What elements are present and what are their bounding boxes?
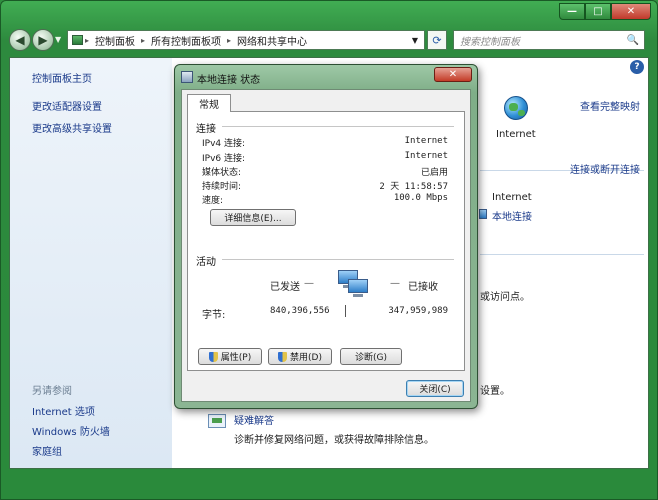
speed-label: 速度: [202, 196, 224, 206]
computer-base [353, 294, 363, 297]
duration-value: 2 天 11:58:57 [379, 182, 448, 192]
sidebar-item-windows-firewall[interactable]: Windows 防火墙 [32, 423, 110, 438]
uac-shield-icon [278, 351, 288, 362]
troubleshoot-icon [208, 414, 226, 428]
dialog-title: 本地连接 状态 [197, 75, 261, 86]
forward-button[interactable]: ▶ [32, 29, 54, 51]
sidebar-item-adapter-settings[interactable]: 更改适配器设置 [32, 98, 102, 113]
maximize-button[interactable]: □ [585, 3, 611, 20]
media-state-label: 媒体状态: [202, 168, 242, 178]
connect-disconnect-link[interactable]: 连接或断开连接 [570, 161, 640, 176]
ipv4-value: Internet [404, 136, 448, 146]
refresh-icon: ⟳ [432, 33, 442, 47]
search-box[interactable]: 搜索控制面板 🔍 [453, 30, 645, 50]
cable-line [345, 305, 346, 317]
network-activity-icon [338, 270, 372, 302]
activity-group-heading: 活动 [196, 257, 216, 268]
bytes-label: 字节: [202, 310, 226, 321]
tab-general[interactable]: 常规 [187, 94, 231, 112]
forward-arrow-icon: ▶ [38, 33, 48, 47]
computer-icon [348, 279, 368, 293]
help-icon[interactable]: ? [630, 60, 644, 74]
bytes-sent-value: 840,396,556 [270, 306, 330, 316]
breadcrumb-network-center[interactable]: 网络和共享中心 [233, 33, 311, 48]
address-dropdown-icon[interactable]: ▼ [412, 36, 424, 45]
refresh-button[interactable]: ⟳ [427, 30, 447, 50]
received-dash: — [390, 278, 400, 289]
back-arrow-icon: ◀ [15, 33, 25, 47]
address-bar[interactable]: ▸ 控制面板 ▸ 所有控制面板项 ▸ 网络和共享中心 ▼ [67, 30, 425, 50]
dialog-close-button[interactable]: ✕ [434, 67, 472, 82]
local-connection-link[interactable]: 本地连接 [492, 208, 532, 223]
minimize-button[interactable]: — [559, 3, 585, 20]
local-connection-status-dialog: 本地连接 状态 ✕ 常规 连接 IPv4 连接: Internet IPv6 连… [174, 64, 478, 409]
disable-button-label: 禁用(D) [290, 353, 322, 363]
group-divider [222, 126, 454, 127]
breadcrumb-separator[interactable]: ▸ [139, 36, 147, 45]
close-dialog-button[interactable]: 关闭(C) [406, 380, 464, 397]
uac-shield-icon [208, 351, 218, 362]
ipv4-label: IPv4 连接: [202, 139, 246, 149]
sidebar-item-internet-options[interactable]: Internet 选项 [32, 403, 95, 418]
sent-dash: — [304, 278, 314, 289]
speed-value: 100.0 Mbps [393, 193, 448, 203]
dialog-body: 常规 连接 IPv4 连接: Internet IPv6 连接: Interne… [181, 89, 471, 402]
internet-globe-icon [504, 96, 528, 120]
sidebar-item-homegroup[interactable]: 家庭组 [32, 443, 62, 458]
navigation-bar: ◀ ▶ ▼ ▸ 控制面板 ▸ 所有控制面板项 ▸ 网络和共享中心 ▼ ⟳ 搜索控… [1, 25, 657, 55]
media-state-value: 已启用 [420, 168, 448, 178]
troubleshoot-link[interactable]: 疑难解答 [234, 412, 274, 427]
duration-label: 持续时间: [202, 182, 242, 192]
breadcrumb-separator[interactable]: ▸ [83, 36, 91, 45]
internet-label: Internet [496, 129, 536, 140]
group-divider [222, 259, 454, 260]
details-button[interactable]: 详细信息(E)... [210, 209, 296, 226]
bytes-received-value: 347,959,989 [388, 306, 448, 316]
sidebar-item-home[interactable]: 控制面板主页 [32, 70, 92, 85]
close-window-button[interactable]: ✕ [611, 3, 651, 20]
network-connection-icon [181, 71, 193, 83]
partial-text-access-point: 或访问点。 [480, 292, 530, 303]
received-label: 已接收 [408, 282, 438, 293]
sidebar: 控制面板主页 更改适配器设置 更改高级共享设置 另请参阅 Internet 选项… [10, 58, 172, 468]
sent-label: 已发送 [270, 282, 300, 293]
divider [480, 254, 644, 255]
access-type-value: Internet [492, 192, 532, 203]
ipv6-label: IPv6 连接: [202, 154, 246, 164]
search-input[interactable]: 搜索控制面板 [460, 33, 520, 48]
network-adapter-icon [479, 209, 487, 219]
control-panel-icon [72, 35, 83, 45]
see-also-heading: 另请参阅 [32, 386, 72, 397]
caption-buttons: — □ ✕ [559, 3, 651, 20]
close-icon: ✕ [448, 69, 458, 80]
troubleshoot-description: 诊断并修复网络问题，或获得故障排除信息。 [234, 435, 434, 446]
partial-text-settings: 设置。 [480, 386, 510, 397]
disable-button[interactable]: 禁用(D) [268, 348, 332, 365]
sidebar-item-advanced-sharing[interactable]: 更改高级共享设置 [32, 120, 112, 135]
breadcrumb-separator[interactable]: ▸ [225, 36, 233, 45]
recent-pages-dropdown[interactable]: ▼ [55, 35, 61, 44]
breadcrumb-all-items[interactable]: 所有控制面板项 [147, 33, 225, 48]
properties-button[interactable]: 属性(P) [198, 348, 262, 365]
connection-group-heading: 连接 [196, 124, 216, 135]
back-button[interactable]: ◀ [9, 29, 31, 51]
search-icon[interactable]: 🔍 [627, 35, 644, 46]
properties-button-label: 属性(P) [220, 353, 252, 363]
breadcrumb-control-panel[interactable]: 控制面板 [91, 33, 139, 48]
diagnose-button[interactable]: 诊断(G) [340, 348, 402, 365]
ipv6-value: Internet [404, 151, 448, 161]
explorer-window: — □ ✕ ◀ ▶ ▼ ▸ 控制面板 ▸ 所有控制面板项 ▸ 网络和共享中心 ▼… [0, 0, 658, 500]
general-panel: 连接 IPv4 连接: Internet IPv6 连接: Internet 媒… [187, 111, 465, 371]
view-full-map-link[interactable]: 查看完整映射 [580, 98, 640, 113]
